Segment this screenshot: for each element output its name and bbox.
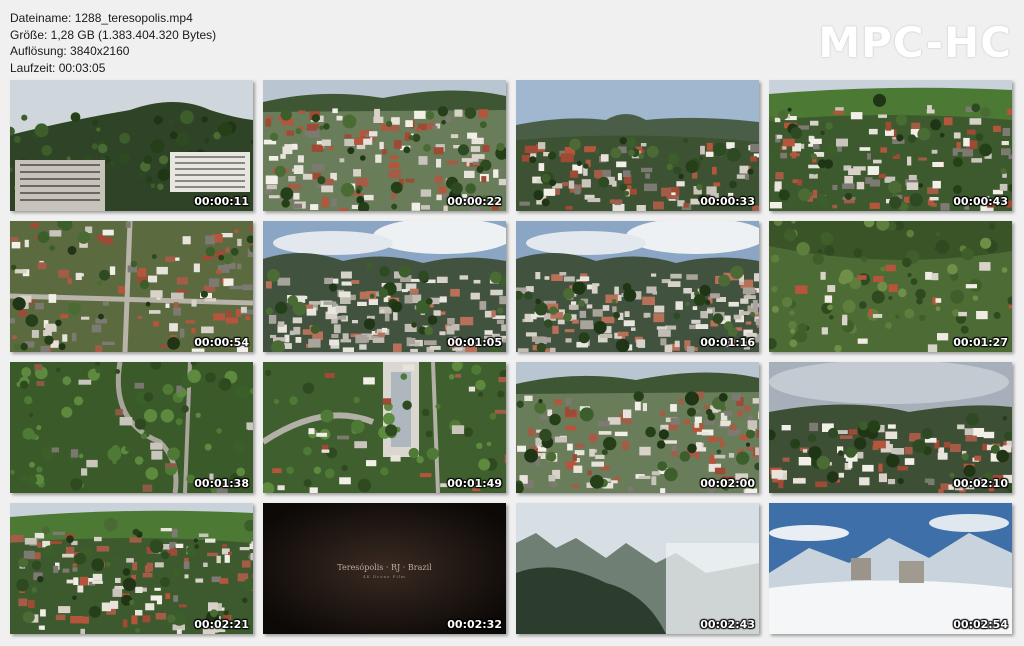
thumbnail-timestamp: 00:00:11 bbox=[194, 195, 249, 208]
thumbnail-timestamp: 00:02:54 bbox=[953, 618, 1008, 631]
thumbnail-image bbox=[263, 221, 506, 352]
thumbnail-frame[interactable]: Teresópolis · RJ · Brazil 4K Drone Film 00… bbox=[263, 503, 506, 634]
thumbnail-frame[interactable]: 00:01:05 bbox=[263, 221, 506, 352]
thumbnail-image bbox=[516, 362, 759, 493]
thumbnail-grid: 00:00:11 00:00:22 00:00:33 00:00:43 00:00:54… bbox=[10, 80, 1012, 634]
thumbnail-frame[interactable]: 00:02:43 bbox=[516, 503, 759, 634]
resolution-text: Auflösung: 3840x2160 bbox=[10, 44, 130, 58]
thumbnail-frame[interactable]: 00:01:38 bbox=[10, 362, 253, 493]
thumbnail-frame[interactable]: 00:01:27 bbox=[769, 221, 1012, 352]
thumbnail-frame[interactable]: 00:00:54 bbox=[10, 221, 253, 352]
thumbnail-image bbox=[769, 362, 1012, 493]
thumbnail-timestamp: 00:02:10 bbox=[953, 477, 1008, 490]
filesize-text: Größe: 1,28 GB (1.383.404.320 Bytes) bbox=[10, 27, 217, 42]
thumbnail-timestamp: 00:01:05 bbox=[447, 336, 502, 349]
duration-text: Laufzeit: 00:03:05 bbox=[10, 60, 106, 75]
thumbnail-timestamp: 00:01:49 bbox=[447, 477, 502, 490]
thumbnail-timestamp: 00:02:00 bbox=[700, 477, 755, 490]
thumbnail-frame[interactable]: 00:00:33 bbox=[516, 80, 759, 211]
thumbnail-frame[interactable]: 00:01:16 bbox=[516, 221, 759, 352]
thumbnail-frame[interactable]: 00:02:21 bbox=[10, 503, 253, 634]
thumbnail-timestamp: 00:02:21 bbox=[194, 618, 249, 631]
thumbnail-image bbox=[516, 221, 759, 352]
thumbnail-image bbox=[10, 503, 253, 634]
thumbnail-timestamp: 00:00:43 bbox=[953, 195, 1008, 208]
title-card-text: Teresópolis · RJ · Brazil 4K Drone Film bbox=[263, 563, 506, 579]
thumbnail-frame[interactable]: 00:00:43 bbox=[769, 80, 1012, 211]
thumbnail-timestamp: 00:00:54 bbox=[194, 336, 249, 349]
thumbnail-image bbox=[516, 80, 759, 211]
thumbnail-image bbox=[10, 221, 253, 352]
thumbnail-timestamp: 00:02:43 bbox=[700, 618, 755, 631]
title-card-line1: Teresópolis · RJ · Brazil bbox=[337, 563, 432, 572]
thumbnail-frame[interactable]: 00:00:22 bbox=[263, 80, 506, 211]
mpc-hc-logo: MPC-HC bbox=[818, 18, 1012, 67]
thumbnail-image bbox=[263, 362, 506, 493]
thumbnail-image bbox=[516, 503, 759, 634]
thumbnail-timestamp: 00:00:33 bbox=[700, 195, 755, 208]
filename-text: Dateiname: 1288_teresopolis.mp4 bbox=[10, 11, 193, 25]
thumbnail-timestamp: 00:01:38 bbox=[194, 477, 249, 490]
thumbnail-image bbox=[263, 80, 506, 211]
thumbnail-frame[interactable]: 00:02:00 bbox=[516, 362, 759, 493]
thumbnail-image bbox=[769, 503, 1012, 634]
file-info: Dateiname: 1288_teresopolis.mp4 Größe: 1… bbox=[10, 10, 216, 76]
thumbnail-frame[interactable]: 00:02:10 bbox=[769, 362, 1012, 493]
thumbnail-frame[interactable]: 00:00:11 bbox=[10, 80, 253, 211]
thumbnail-frame[interactable]: 00:02:54 bbox=[769, 503, 1012, 634]
thumbnail-image bbox=[769, 80, 1012, 211]
thumbnail-timestamp: 00:01:16 bbox=[700, 336, 755, 349]
thumbnail-image bbox=[10, 362, 253, 493]
thumbnail-image bbox=[769, 221, 1012, 352]
thumbnail-timestamp: 00:01:27 bbox=[953, 336, 1008, 349]
thumbnail-image bbox=[10, 80, 253, 211]
title-card-line2: 4K Drone Film bbox=[363, 574, 406, 579]
thumbnail-timestamp: 00:02:32 bbox=[447, 618, 502, 631]
thumbnail-timestamp: 00:00:22 bbox=[447, 195, 502, 208]
thumbnail-frame[interactable]: 00:01:49 bbox=[263, 362, 506, 493]
